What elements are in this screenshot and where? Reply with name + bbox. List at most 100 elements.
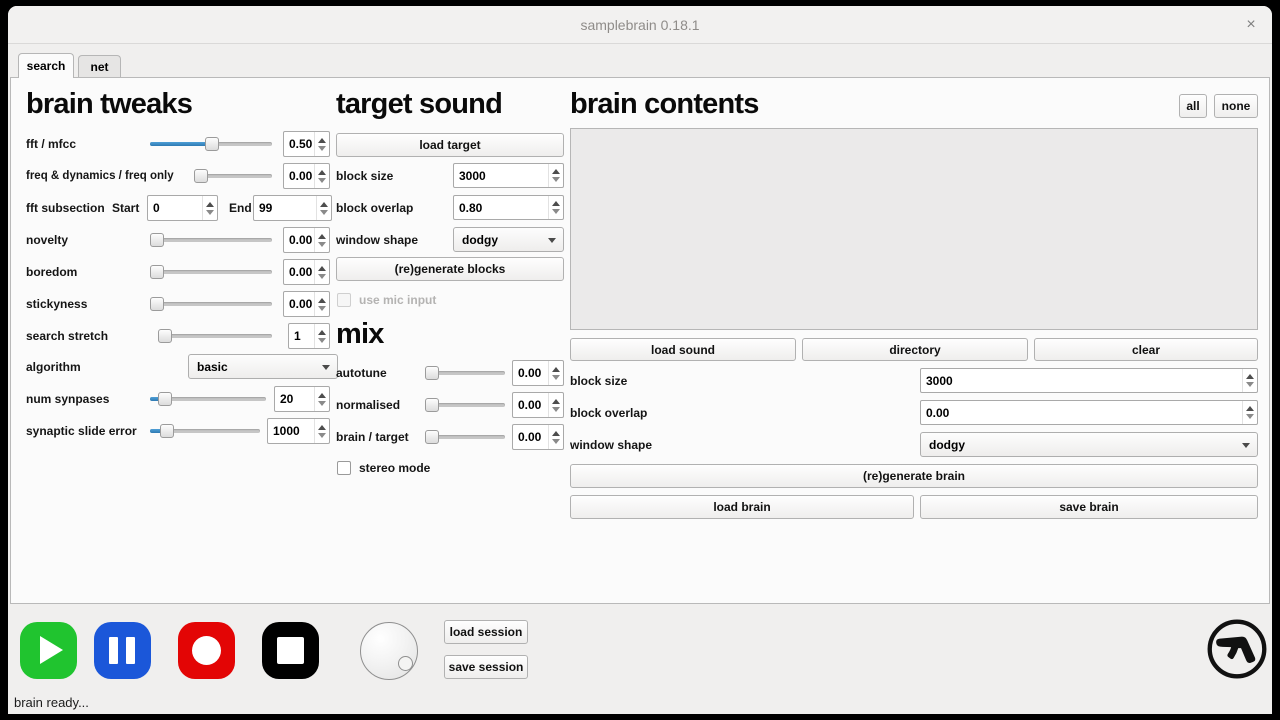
slider-handle[interactable] [425, 366, 439, 380]
spin-buttons[interactable] [314, 164, 329, 188]
spin-buttons[interactable] [314, 260, 329, 284]
tab-search[interactable]: search [18, 53, 74, 78]
spin-up-icon[interactable] [206, 202, 214, 207]
spin-up-icon[interactable] [318, 393, 326, 398]
save-brain-button[interactable]: save brain [920, 495, 1258, 519]
slider-handle[interactable] [150, 233, 164, 247]
spin-down-icon[interactable] [552, 209, 560, 214]
slider-handle[interactable] [158, 329, 172, 343]
spin-down-icon[interactable] [318, 274, 326, 279]
spin-down-icon[interactable] [318, 306, 326, 311]
regenerate-brain-button[interactable]: (re)generate brain [570, 464, 1258, 488]
target-window-shape-select[interactable]: dodgy [453, 227, 564, 252]
slider-handle[interactable] [150, 297, 164, 311]
tab-net[interactable]: net [78, 55, 121, 77]
target-block-size-spinbox[interactable]: 3000 [453, 163, 564, 188]
spin-up-icon[interactable] [1246, 374, 1254, 379]
save-session-button[interactable]: save session [444, 655, 528, 679]
normalised-slider[interactable] [425, 398, 505, 412]
spin-down-icon[interactable] [318, 242, 326, 247]
slider-handle[interactable] [425, 398, 439, 412]
spin-buttons[interactable] [314, 419, 329, 443]
search-stretch-slider[interactable] [158, 329, 272, 343]
fft-start-spinbox[interactable]: 0 [147, 195, 218, 221]
spin-up-icon[interactable] [318, 170, 326, 175]
spin-down-icon[interactable] [318, 401, 326, 406]
spin-up-icon[interactable] [1246, 406, 1254, 411]
load-sound-button[interactable]: load sound [570, 338, 796, 361]
boredom-value[interactable]: 0.00 [283, 259, 330, 285]
target-block-overlap-spinbox[interactable]: 0.80 [453, 195, 564, 220]
spin-down-icon[interactable] [1246, 382, 1254, 387]
select-none-button[interactable]: none [1214, 94, 1258, 118]
clear-button[interactable]: clear [1034, 338, 1258, 361]
load-brain-button[interactable]: load brain [570, 495, 914, 519]
close-icon[interactable]: × [1242, 16, 1260, 34]
spin-down-icon[interactable] [552, 407, 560, 412]
spin-buttons[interactable] [314, 228, 329, 252]
spin-up-icon[interactable] [552, 367, 560, 372]
directory-button[interactable]: directory [802, 338, 1028, 361]
slider-handle[interactable] [160, 424, 174, 438]
num-synpases-slider[interactable] [150, 392, 266, 406]
search-stretch-value[interactable]: 1 [288, 323, 330, 349]
play-button[interactable] [20, 622, 77, 679]
boredom-slider[interactable] [150, 265, 272, 279]
spin-buttons[interactable] [548, 164, 563, 187]
spin-buttons[interactable] [548, 196, 563, 219]
spin-buttons[interactable] [202, 196, 217, 220]
spin-down-icon[interactable] [552, 439, 560, 444]
spin-buttons[interactable] [314, 292, 329, 316]
spin-up-icon[interactable] [320, 202, 328, 207]
synaptic-slide-error-slider[interactable] [150, 424, 260, 438]
stickyness-slider[interactable] [150, 297, 272, 311]
fft-mfcc-slider[interactable] [150, 137, 272, 151]
brain-window-shape-select[interactable]: dodgy [920, 432, 1258, 457]
spin-buttons[interactable] [548, 393, 563, 417]
spin-up-icon[interactable] [318, 138, 326, 143]
novelty-value[interactable]: 0.00 [283, 227, 330, 253]
fft-mfcc-value[interactable]: 0.50 [283, 131, 330, 157]
load-session-button[interactable]: load session [444, 620, 528, 644]
pause-button[interactable] [94, 622, 151, 679]
synaptic-slide-error-value[interactable]: 1000 [267, 418, 330, 444]
spin-buttons[interactable] [314, 324, 329, 348]
spin-up-icon[interactable] [318, 298, 326, 303]
spin-up-icon[interactable] [552, 169, 560, 174]
algorithm-select[interactable]: basic [188, 354, 338, 379]
brain-contents-list[interactable] [570, 128, 1258, 330]
brain-block-size-spinbox[interactable]: 3000 [920, 368, 1258, 393]
slider-handle[interactable] [194, 169, 208, 183]
spin-buttons[interactable] [314, 387, 329, 411]
record-button[interactable] [178, 622, 235, 679]
stop-button[interactable] [262, 622, 319, 679]
spin-down-icon[interactable] [318, 433, 326, 438]
stereo-mode-checkbox[interactable] [337, 461, 351, 475]
spin-down-icon[interactable] [552, 375, 560, 380]
spin-buttons[interactable] [548, 361, 563, 385]
slider-handle[interactable] [158, 392, 172, 406]
spin-down-icon[interactable] [1246, 414, 1254, 419]
spin-down-icon[interactable] [318, 338, 326, 343]
novelty-slider[interactable] [150, 233, 272, 247]
normalised-value[interactable]: 0.00 [512, 392, 564, 418]
spin-down-icon[interactable] [552, 177, 560, 182]
load-target-button[interactable]: load target [336, 133, 564, 157]
spin-down-icon[interactable] [318, 178, 326, 183]
slider-handle[interactable] [205, 137, 219, 151]
autotune-slider[interactable] [425, 366, 505, 380]
spin-up-icon[interactable] [318, 266, 326, 271]
brain-block-overlap-spinbox[interactable]: 0.00 [920, 400, 1258, 425]
slider-handle[interactable] [425, 430, 439, 444]
brain-target-value[interactable]: 0.00 [512, 424, 564, 450]
use-mic-checkbox[interactable] [337, 293, 351, 307]
brain-target-slider[interactable] [425, 430, 505, 444]
spin-buttons[interactable] [548, 425, 563, 449]
spin-buttons[interactable] [1242, 401, 1257, 424]
spin-up-icon[interactable] [318, 330, 326, 335]
spin-buttons[interactable] [316, 196, 331, 220]
spin-down-icon[interactable] [320, 210, 328, 215]
volume-knob[interactable] [360, 622, 418, 680]
freq-dyn-slider[interactable] [194, 169, 272, 183]
spin-up-icon[interactable] [318, 425, 326, 430]
